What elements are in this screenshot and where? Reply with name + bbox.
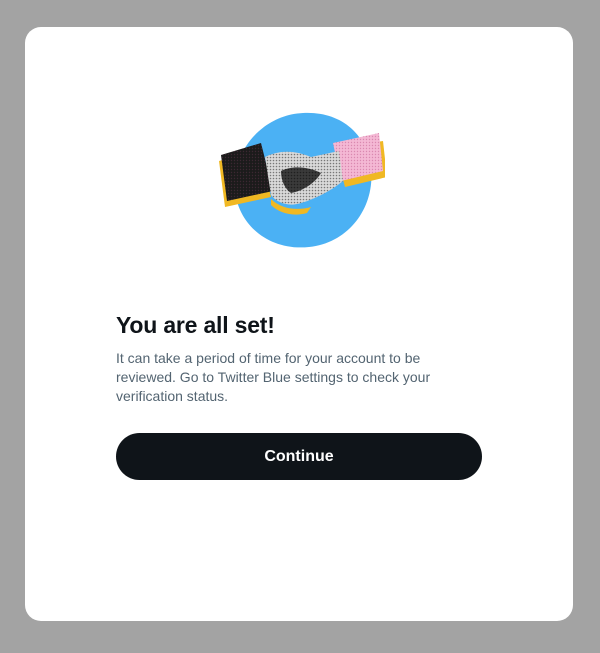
dialog-description: It can take a period of time for your ac… — [116, 350, 431, 404]
success-dialog: You are all set! It can take a period of… — [25, 27, 573, 621]
dialog-title: You are all set! — [116, 312, 275, 338]
continue-button[interactable]: Continue — [116, 433, 482, 480]
dialog-content: You are all set! It can take a period of… — [116, 311, 482, 406]
handshake-illustration — [215, 111, 387, 251]
